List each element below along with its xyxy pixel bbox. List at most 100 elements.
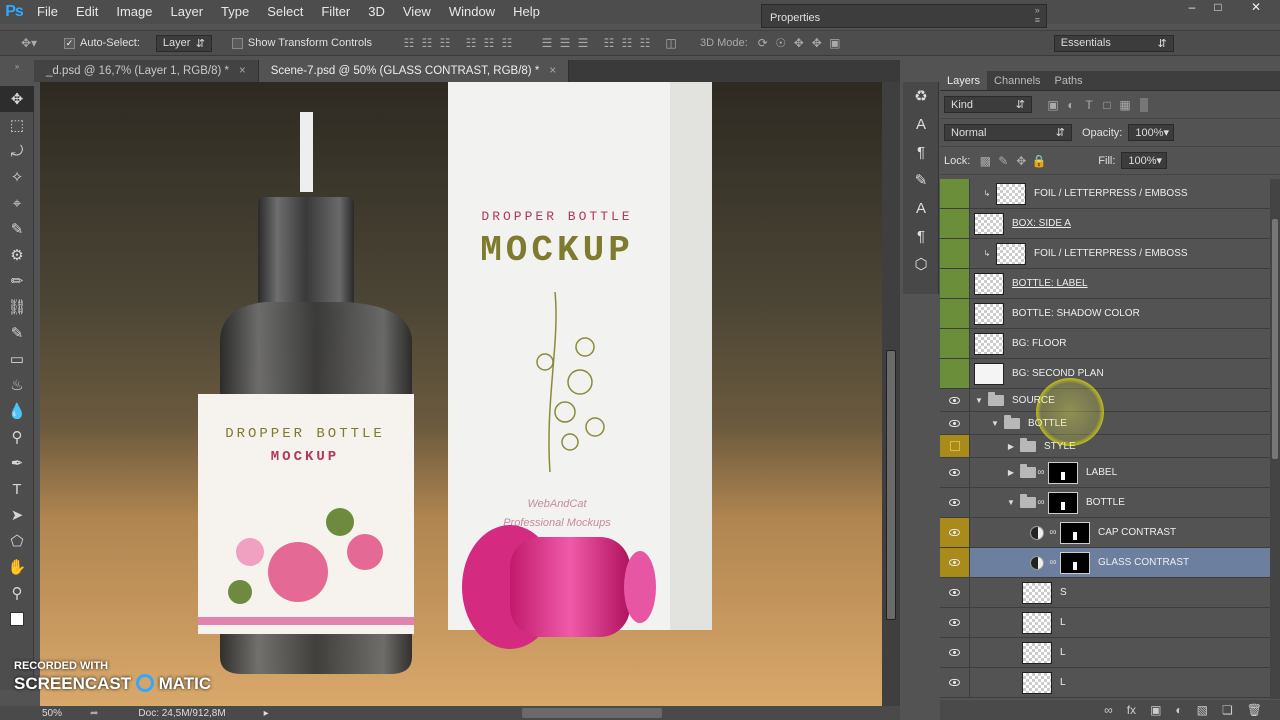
layer-group-row[interactable]: ▼ ∞ BOTTLE — [940, 488, 1270, 518]
layer-row[interactable]: BG: SECOND PLAN — [940, 359, 1270, 389]
group-expand-icon[interactable]: ▶ — [1006, 442, 1016, 451]
lock-pixels-icon[interactable]: ✎ — [994, 152, 1012, 170]
layer-row[interactable]: ↳ FOIL / LETTERPRESS / EMBOSS — [940, 239, 1270, 269]
paragraph-styles-icon[interactable]: ¶ — [903, 222, 939, 250]
visibility-eye-icon[interactable] — [949, 469, 960, 476]
distribute-top-icon[interactable]: ☰ — [538, 34, 556, 52]
close-icon[interactable]: ✕ — [1238, 0, 1274, 14]
healing-brush-icon[interactable]: ⚙ — [0, 242, 34, 268]
lock-transparency-icon[interactable]: ▩ — [976, 152, 994, 170]
add-mask-icon[interactable]: ▣ — [1150, 703, 1161, 717]
horizontal-scroll-thumb[interactable] — [522, 708, 662, 718]
layer-row-selected[interactable]: ∞ GLASS CONTRAST — [940, 548, 1270, 578]
layer-row[interactable]: L — [940, 668, 1270, 698]
hand-tool-icon[interactable]: ✋ — [0, 554, 34, 580]
3d-pan-icon[interactable]: ✥ — [790, 34, 808, 52]
link-layers-icon[interactable]: ∞ — [1104, 703, 1113, 717]
group-expand-icon[interactable]: ▶ — [1006, 468, 1016, 477]
canvas-vertical-scrollbar[interactable] — [882, 82, 900, 706]
layer-group-row[interactable]: ▼BOTTLE — [940, 412, 1270, 435]
distribute-left-icon[interactable]: ☷ — [600, 34, 618, 52]
distribute-bottom-icon[interactable]: ☰ — [574, 34, 592, 52]
clone-stamp-icon[interactable]: ⛓ — [0, 294, 34, 320]
history-panel-icon[interactable]: ♻ — [903, 82, 939, 110]
visibility-eye-icon[interactable] — [949, 679, 960, 686]
visibility-eye-icon[interactable] — [949, 649, 960, 656]
align-right-icon[interactable]: ☷ — [498, 34, 516, 52]
filter-type-icon[interactable]: T — [1080, 96, 1098, 114]
fill-field[interactable]: 100% ▾ — [1121, 152, 1168, 169]
lasso-tool-icon[interactable]: ⤾ — [0, 138, 34, 164]
visibility-eye-icon[interactable] — [949, 589, 960, 596]
move-tool-preset-icon[interactable]: ✥▾ — [20, 34, 38, 52]
character-styles-icon[interactable]: A — [903, 194, 939, 222]
menu-help[interactable]: Help — [504, 0, 549, 24]
visibility-eye-icon[interactable] — [949, 529, 960, 536]
magic-wand-icon[interactable]: ✧ — [0, 164, 34, 190]
auto-align-icon[interactable]: ◫ — [662, 34, 680, 52]
menu-3d[interactable]: 3D — [359, 0, 394, 24]
tab-paths[interactable]: Paths — [1048, 71, 1090, 90]
align-bottom-icon[interactable]: ☷ — [436, 34, 454, 52]
pen-tool-icon[interactable]: ✒ — [0, 450, 34, 476]
filter-smart-icon[interactable]: ▦ — [1116, 96, 1134, 114]
filter-adjustment-icon[interactable]: ◐ — [1062, 96, 1080, 114]
group-expand-icon[interactable]: ▼ — [1006, 498, 1016, 507]
type-tool-icon[interactable]: T — [0, 476, 34, 502]
layer-row[interactable]: S — [940, 578, 1270, 608]
visibility-eye-icon[interactable] — [949, 559, 960, 566]
export-icon[interactable]: ➦ — [90, 708, 98, 719]
workspace-dropdown[interactable]: Essentials ⇵ — [1053, 34, 1174, 52]
align-left-icon[interactable]: ☷ — [462, 34, 480, 52]
layer-style-icon[interactable]: fx — [1127, 703, 1136, 717]
path-selection-icon[interactable]: ➤ — [0, 502, 34, 528]
3d-panel-icon[interactable]: ⬡ — [903, 250, 939, 278]
tab-layers[interactable]: Layers — [940, 71, 988, 90]
auto-select-dropdown[interactable]: Layer ⇵ — [155, 34, 212, 52]
layers-scroll-thumb[interactable] — [1272, 219, 1278, 459]
doc-tab-2[interactable]: Scene-7.psd @ 50% (GLASS CONTRAST, RGB/8… — [258, 60, 570, 82]
new-group-icon[interactable]: ▧ — [1197, 703, 1208, 717]
layer-row[interactable]: BG: FLOOR — [940, 329, 1270, 359]
layer-row[interactable]: ↳ FOIL / LETTERPRESS / EMBOSS — [940, 179, 1270, 209]
layer-row[interactable]: BOTTLE: LABEL — [940, 269, 1270, 299]
menu-filter[interactable]: Filter — [312, 0, 359, 24]
scroll-thumb[interactable] — [886, 350, 896, 620]
dodge-tool-icon[interactable]: ⚲ — [0, 424, 34, 450]
show-transform-checkbox[interactable] — [231, 37, 243, 49]
history-brush-icon[interactable]: ✎ — [0, 320, 34, 346]
menu-layer[interactable]: Layer — [162, 0, 213, 24]
align-hcenter-icon[interactable]: ☷ — [480, 34, 498, 52]
maximize-icon[interactable]: □ — [1202, 0, 1234, 14]
layer-group-row[interactable]: ▶ ∞ LABEL — [940, 458, 1270, 488]
new-adjustment-icon[interactable]: ◐ — [1175, 703, 1182, 717]
close-tab-icon[interactable]: × — [549, 65, 556, 77]
link-icon[interactable]: ∞ — [1048, 557, 1058, 569]
filter-pixel-icon[interactable]: ▣ — [1044, 96, 1062, 114]
menu-file[interactable]: File — [28, 0, 67, 24]
layer-row[interactable]: L — [940, 608, 1270, 638]
eraser-icon[interactable]: ▭ — [0, 346, 34, 372]
eyedropper-icon[interactable]: ✎ — [0, 216, 34, 242]
lock-position-icon[interactable]: ✥ — [1012, 152, 1030, 170]
visibility-eye-icon[interactable] — [949, 619, 960, 626]
align-top-icon[interactable]: ☷ — [400, 34, 418, 52]
distribute-hcenter-icon[interactable]: ☷ — [618, 34, 636, 52]
layer-row[interactable]: ∞ CAP CONTRAST — [940, 518, 1270, 548]
filter-toggle[interactable] — [1140, 97, 1148, 112]
paint-bucket-icon[interactable]: ♨ — [0, 372, 34, 398]
link-icon[interactable]: ∞ — [1048, 527, 1058, 539]
group-expand-icon[interactable]: ▼ — [974, 396, 984, 405]
3d-rotate-icon[interactable]: ⟳ — [754, 34, 772, 52]
layers-scrollbar[interactable] — [1270, 179, 1280, 699]
group-expand-icon[interactable]: ▼ — [990, 419, 1000, 428]
move-tool-icon[interactable]: ✥ — [0, 86, 34, 112]
shape-tool-icon[interactable]: ⬠ — [0, 528, 34, 554]
character-panel-icon[interactable]: A — [903, 110, 939, 138]
link-icon[interactable]: ∞ — [1036, 467, 1046, 479]
layer-row[interactable]: L — [940, 638, 1270, 668]
visibility-eye-icon[interactable] — [949, 396, 960, 404]
zoom-level[interactable]: 50% — [42, 708, 62, 719]
menu-select[interactable]: Select — [258, 0, 312, 24]
status-menu-icon[interactable]: ▸ — [264, 708, 269, 719]
